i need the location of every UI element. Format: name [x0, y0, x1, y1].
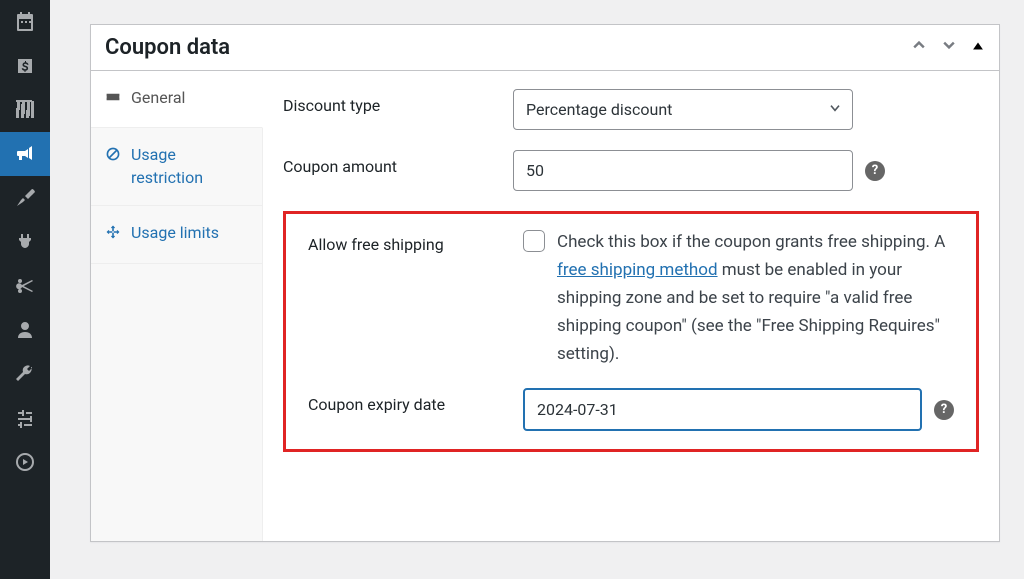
discount-type-control: Percentage discount: [513, 89, 979, 130]
coupon-amount-row: Coupon amount ?: [283, 150, 979, 191]
ticket-icon: [105, 89, 121, 111]
discount-type-select-wrap: Percentage discount: [513, 89, 853, 130]
free-shipping-control: Check this box if the coupon grants free…: [523, 228, 954, 368]
coupon-amount-input[interactable]: [513, 150, 853, 191]
general-panel: Discount type Percentage discount Coupon…: [263, 71, 999, 541]
tab-general[interactable]: General: [91, 71, 263, 128]
coupon-data-metabox: Coupon data General Usage restriction: [90, 24, 1000, 542]
discount-type-row: Discount type Percentage discount: [283, 89, 979, 130]
free-shipping-checkbox[interactable]: [523, 230, 545, 252]
menu-appearance[interactable]: [0, 176, 50, 220]
menu-settings[interactable]: [0, 396, 50, 440]
help-tip-icon[interactable]: ?: [865, 161, 885, 181]
menu-sales[interactable]: [0, 44, 50, 88]
wrench-icon: [15, 364, 35, 384]
calendar-icon: [15, 12, 35, 32]
metabox-body: General Usage restriction Usage limits D…: [91, 71, 999, 541]
expiry-date-control: ?: [523, 388, 954, 431]
block-icon: [105, 146, 121, 168]
menu-tools-cut[interactable]: [0, 264, 50, 308]
move-up-icon[interactable]: [911, 37, 927, 58]
free-shipping-row: Allow free shipping Check this box if th…: [308, 228, 954, 368]
tab-usage-restriction-label: Usage restriction: [131, 144, 248, 189]
dollar-icon: [15, 56, 35, 76]
user-icon: [15, 320, 35, 340]
plug-icon: [15, 232, 35, 252]
menu-analytics[interactable]: [0, 88, 50, 132]
admin-sidebar: [0, 0, 50, 579]
menu-plugins[interactable]: [0, 220, 50, 264]
toggle-panel-icon[interactable]: [971, 37, 985, 58]
highlighted-section: Allow free shipping Check this box if th…: [283, 211, 979, 452]
stats-icon: [15, 100, 35, 120]
tab-usage-restriction[interactable]: Usage restriction: [91, 128, 262, 206]
coupon-tabs: General Usage restriction Usage limits: [91, 71, 263, 541]
coupon-amount-label: Coupon amount: [283, 150, 503, 176]
free-shipping-description: Check this box if the coupon grants free…: [557, 228, 954, 368]
coupon-amount-control: ?: [513, 150, 979, 191]
sliders-icon: [15, 408, 35, 428]
menu-tools[interactable]: [0, 352, 50, 396]
free-shipping-method-link[interactable]: free shipping method: [557, 260, 718, 280]
limits-icon: [105, 224, 121, 246]
play-circle-icon: [15, 452, 35, 472]
scissors-icon: [15, 276, 35, 296]
megaphone-icon: [15, 144, 35, 164]
tab-general-label: General: [131, 87, 185, 109]
metabox-controls: [911, 37, 985, 58]
brush-icon: [15, 188, 35, 208]
tab-usage-limits-label: Usage limits: [131, 222, 219, 244]
move-down-icon[interactable]: [941, 37, 957, 58]
menu-users[interactable]: [0, 308, 50, 352]
menu-collapse[interactable]: [0, 440, 50, 484]
tab-usage-limits[interactable]: Usage limits: [91, 206, 262, 263]
free-shipping-label: Allow free shipping: [308, 228, 513, 254]
expiry-date-row: Coupon expiry date ?: [308, 388, 954, 431]
metabox-title: Coupon data: [105, 35, 230, 60]
expiry-date-label: Coupon expiry date: [308, 388, 513, 414]
discount-type-label: Discount type: [283, 89, 503, 115]
content-area: Coupon data General Usage restriction: [50, 0, 1024, 579]
discount-type-select[interactable]: Percentage discount: [513, 89, 853, 130]
menu-calendar[interactable]: [0, 0, 50, 44]
menu-marketing[interactable]: [0, 132, 50, 176]
expiry-date-input[interactable]: [523, 388, 922, 431]
metabox-header: Coupon data: [91, 25, 999, 71]
help-tip-icon[interactable]: ?: [934, 400, 954, 420]
